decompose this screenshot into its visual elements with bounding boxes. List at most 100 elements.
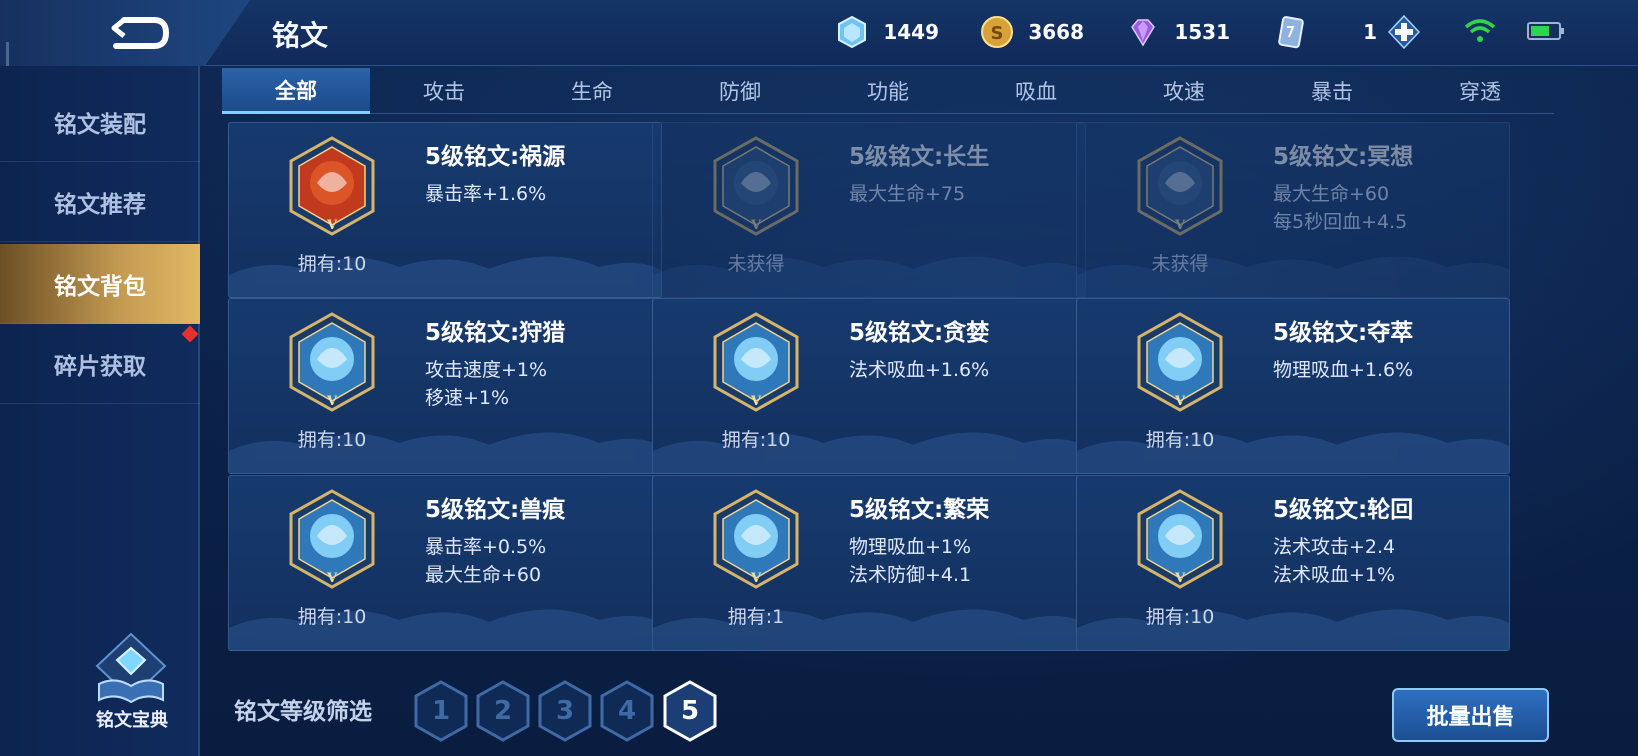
wifi-icon (1464, 19, 1496, 42)
inscription-stat: 暴击率+1.6% (425, 183, 547, 205)
inscription-name: 5级铭文:冥想 (1273, 144, 1414, 170)
inscription-emblem-icon: V (289, 489, 375, 589)
emblem-level-mark: V (1174, 571, 1186, 586)
gem-currency[interactable]: 1531 (1126, 12, 1230, 52)
inscription-emblem-icon: V (713, 136, 799, 236)
inscription-emblem-icon: V (713, 312, 799, 412)
inscription-stat: 最大生命+60 (425, 564, 542, 586)
sidebar-item-recommend[interactable]: 铭文推荐 (0, 162, 200, 242)
inscription-name: 5级铭文:兽痕 (425, 497, 566, 523)
inscription-stat: 最大生命+60 (1273, 183, 1390, 205)
inscription-stat: 暴击率+0.5% (425, 536, 547, 558)
inscription-stat: 最大生命+75 (849, 183, 966, 205)
gem-count: 1531 (1174, 20, 1230, 44)
inscription-stat: 物理吸血+1.6% (1273, 359, 1414, 381)
sidebar-item-label: 铭文装配 (54, 111, 146, 138)
level-number: 5 (680, 696, 700, 726)
tab-penetration[interactable]: 穿透 (1406, 68, 1554, 114)
diamond-count: 1449 (883, 20, 939, 44)
emblem-level-mark: V (1174, 394, 1186, 409)
inscription-stat: 法术吸血+1% (1273, 564, 1396, 586)
tab-all[interactable]: 全部 (222, 68, 370, 114)
level-filter-label: 铭文等级筛选 (234, 699, 372, 725)
back-arrow-icon (111, 17, 170, 49)
owned-count: 拥有:10 (1145, 606, 1215, 628)
gold-count: 3668 (1028, 20, 1084, 44)
emblem-level-mark: V (1174, 218, 1186, 233)
tab-critical[interactable]: 暴击 (1258, 68, 1406, 114)
gold-currency[interactable]: S 3668 (980, 12, 1084, 52)
inscription-card[interactable]: V 5级铭文:祸源 拥有:10 暴击率+1.6% (228, 122, 662, 298)
inscription-card[interactable]: V 5级铭文:贪婪 拥有:10 法术吸血+1.6% (652, 298, 1086, 474)
inscription-card[interactable]: V 5级铭文:轮回 拥有:10 法术攻击+2.4 法术吸血+1% (1076, 475, 1510, 651)
inscription-emblem-icon: V (1137, 312, 1223, 412)
owned-count: 拥有:10 (297, 606, 367, 628)
inscription-stat: 法术吸血+1.6% (849, 359, 990, 381)
inscription-stat: 法术攻击+2.4 (1273, 536, 1396, 558)
inscription-card[interactable]: V 5级铭文:冥想 未获得 最大生命+60 每5秒回血+4.5 (1076, 122, 1510, 298)
svg-text:S: S (991, 23, 1004, 44)
owned-count: 拥有:10 (1145, 429, 1215, 451)
gold-coin-icon: S (981, 16, 1013, 48)
tab-attack-speed[interactable]: 攻速 (1110, 68, 1258, 114)
inscription-card[interactable]: V 5级铭文:兽痕 拥有:10 暴击率+0.5% 最大生命+60 (228, 475, 662, 651)
inscription-name: 5级铭文:繁荣 (849, 497, 990, 523)
plus-icon[interactable] (1386, 14, 1422, 50)
tab-defense[interactable]: 防御 (666, 68, 814, 114)
inscription-emblem-icon: V (289, 312, 375, 412)
inscription-card[interactable]: V 5级铭文:夺萃 拥有:10 物理吸血+1.6% (1076, 298, 1510, 474)
inscription-card[interactable]: V 5级铭文:长生 未获得 最大生命+75 (652, 122, 1086, 298)
inscription-emblem-icon: V (713, 489, 799, 589)
tab-attack[interactable]: 攻击 (370, 68, 518, 114)
tab-health[interactable]: 生命 (518, 68, 666, 114)
inscription-stat: 攻击速度+1% (425, 359, 548, 381)
card-ticket-icon (1278, 16, 1304, 49)
inscription-name: 5级铭文:贪婪 (849, 320, 990, 346)
inscription-card[interactable]: V 5级铭文:繁荣 拥有:1 物理吸血+1% 法术防御+4.1 (652, 475, 1086, 651)
inscription-stat: 物理吸血+1% (849, 536, 972, 558)
ticket-currency[interactable]: 1 (1273, 12, 1377, 52)
inscription-card[interactable]: V 5级铭文:狩猎 拥有:10 攻击速度+1% 移速+1% (228, 298, 662, 474)
sidebar-item-label: 铭文背包 (54, 273, 146, 300)
ticket-count: 1 (1363, 20, 1377, 44)
level-filter-4[interactable]: 4 (599, 679, 655, 743)
category-tabs: 全部 攻击 生命 防御 功能 吸血 攻速 暴击 穿透 (222, 68, 1554, 114)
back-button[interactable] (0, 0, 250, 66)
level-number: 4 (617, 696, 637, 726)
diamond-icon (838, 15, 866, 49)
page-title: 铭文 (272, 19, 329, 52)
emblem-level-mark: V (750, 571, 762, 586)
level-number: 3 (555, 696, 575, 726)
inscription-emblem-icon: V (289, 136, 375, 236)
top-bar: 铭文 1449 S 3668 1531 1 (0, 0, 1638, 66)
owned-count: 拥有:10 (297, 429, 367, 451)
owned-count: 未获得 (727, 253, 785, 275)
bulk-sell-button[interactable]: 批量出售 (1392, 688, 1549, 742)
level-number: 2 (493, 696, 513, 726)
owned-count: 拥有:1 (727, 606, 785, 628)
sidebar-item-label: 碎片获取 (54, 353, 146, 380)
owned-count: 拥有:10 (297, 253, 367, 275)
inscription-name: 5级铭文:狩猎 (425, 320, 566, 346)
inscription-emblem-icon: V (1137, 489, 1223, 589)
level-filter-2[interactable]: 2 (475, 679, 531, 743)
inscription-stat: 每5秒回血+4.5 (1273, 211, 1408, 233)
diamond-currency[interactable]: 1449 (835, 12, 939, 52)
sidebar-item-fragments[interactable]: 碎片获取 (0, 324, 200, 404)
emblem-level-mark: V (750, 394, 762, 409)
inscription-name: 5级铭文:夺萃 (1273, 320, 1414, 346)
tab-lifesteal[interactable]: 吸血 (962, 68, 1110, 114)
inscription-name: 5级铭文:轮回 (1273, 497, 1414, 523)
level-filter-3[interactable]: 3 (537, 679, 593, 743)
inscription-emblem-icon: V (1137, 136, 1223, 236)
level-filter-1[interactable]: 1 (413, 679, 469, 743)
sidebar-item-label: 铭文推荐 (54, 191, 146, 218)
tab-utility[interactable]: 功能 (814, 68, 962, 114)
codex-label[interactable]: 铭文宝典 (86, 706, 178, 732)
emblem-level-mark: V (326, 218, 338, 233)
sidebar-item-equip[interactable]: 铭文装配 (0, 82, 200, 162)
sidebar-item-backpack[interactable]: 铭文背包 (0, 244, 200, 324)
level-filter-5[interactable]: 5 (662, 679, 718, 743)
inscription-stat: 法术防御+4.1 (849, 564, 972, 586)
emblem-level-mark: V (326, 571, 338, 586)
